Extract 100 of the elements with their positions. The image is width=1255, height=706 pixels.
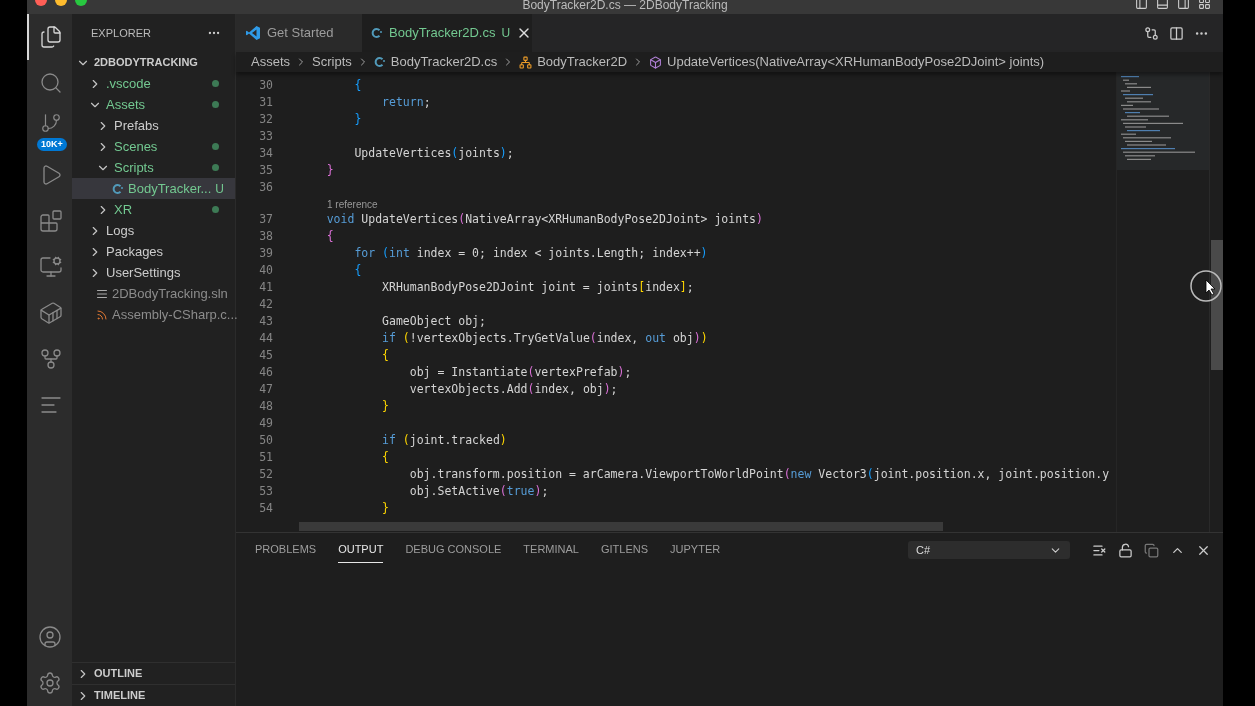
code-line: { — [353, 262, 362, 279]
folder-row[interactable]: Logs — [72, 220, 235, 241]
lines-file-icon — [96, 287, 108, 300]
file-row[interactable]: 2DBodyTracking.sln — [72, 283, 235, 304]
line-number: 40 — [258, 262, 273, 279]
account-icon[interactable] — [37, 625, 62, 649]
line-number: 50 — [258, 432, 273, 449]
toggle-panel-icon[interactable] — [1156, 0, 1169, 10]
line-number: 32 — [258, 111, 273, 128]
line-number: 49 — [258, 415, 273, 432]
unlock-icon[interactable] — [1118, 542, 1133, 558]
tab-label: BodyTracker2D.cs — [389, 24, 496, 43]
line-number: 46 — [258, 364, 273, 381]
panel-tab[interactable]: OUTPUT — [338, 537, 384, 563]
container-icon[interactable] — [38, 301, 63, 325]
code-line: } — [381, 398, 389, 415]
file-name: UserSettings — [106, 263, 182, 282]
folder-row[interactable]: Assets — [72, 94, 235, 115]
line-number: 38 — [258, 228, 273, 245]
line-number: 31 — [258, 94, 273, 111]
git-status-label: U — [501, 25, 511, 42]
folder-row[interactable]: Packages — [72, 241, 235, 262]
file-name: XR — [114, 200, 134, 219]
csharp-file-icon — [373, 56, 386, 68]
line-number: 34 — [258, 145, 273, 162]
git-status-label: U — [215, 180, 224, 198]
code-lens[interactable]: 1 reference — [327, 199, 378, 211]
horizontal-scrollbar[interactable] — [299, 522, 943, 531]
editor-tab[interactable]: Get Started — [236, 14, 362, 52]
clear-output-icon[interactable] — [1092, 542, 1107, 558]
code-line: GameObject obj; — [381, 313, 486, 330]
sidebar-title: EXPLORER — [91, 25, 151, 41]
method-icon — [649, 55, 662, 69]
file-name: 2DBodyTracking.sln — [112, 284, 228, 303]
line-number: 54 — [258, 500, 273, 517]
settings-icon[interactable] — [37, 671, 62, 695]
code-line: void UpdateVertices(NativeArray<XRHumanBodyPose2DJoint> joints) — [325, 211, 763, 228]
line-number: 33 — [258, 128, 273, 145]
remote-monitor-icon[interactable] — [38, 255, 63, 279]
source-control-icon[interactable] — [39, 111, 62, 134]
section-header[interactable]: OUTLINE — [72, 662, 235, 684]
breadcrumb-item[interactable]: UpdateVertices(NativeArray<XRHumanBodyPose2DJoint> joints) — [667, 52, 1045, 72]
code-line: for (int index = 0; index < joints.Length; index++) — [353, 245, 708, 262]
search-icon[interactable] — [38, 71, 63, 95]
file-name: .vscode — [106, 74, 152, 93]
panel-tab[interactable]: PROBLEMS — [255, 537, 317, 563]
panel-tab[interactable]: TERMINAL — [523, 537, 579, 563]
vscode-logo-icon — [245, 25, 261, 41]
copy-icon[interactable] — [1144, 542, 1159, 558]
line-number: 52 — [258, 466, 273, 483]
panel-tab[interactable]: JUPYTER — [670, 537, 721, 563]
breadcrumb-item[interactable]: Assets — [251, 52, 290, 72]
file-name: Logs — [106, 221, 136, 240]
toggle-secondary-sidebar-icon[interactable] — [1177, 0, 1190, 10]
folder-row[interactable]: UserSettings — [72, 262, 235, 283]
section-header[interactable]: TIMELINE — [72, 684, 235, 706]
compare-changes-icon[interactable] — [1144, 25, 1159, 41]
code-line: return; — [381, 94, 431, 111]
editor-tab[interactable]: BodyTracker2D.cs U — [362, 14, 532, 52]
files-icon[interactable] — [38, 25, 63, 49]
breadcrumb-item[interactable]: BodyTracker2D — [537, 52, 627, 72]
tab-label: Get Started — [267, 24, 334, 43]
breadcrumb-item[interactable]: Scripts — [312, 52, 352, 72]
panel-tab[interactable]: DEBUG CONSOLE — [405, 537, 502, 563]
file-name: Packages — [106, 242, 165, 261]
folder-row[interactable]: XR — [72, 199, 235, 220]
line-number: 44 — [258, 330, 273, 347]
workspace-header[interactable]: 2DBODYTRACKING — [72, 52, 235, 73]
line-number: 53 — [258, 483, 273, 500]
file-name: Prefabs — [114, 116, 160, 135]
minimap[interactable] — [1117, 72, 1210, 172]
folder-row[interactable]: Scenes — [72, 136, 235, 157]
code-line: { — [381, 347, 389, 364]
line-number: 47 — [258, 381, 273, 398]
line-number: 30 — [258, 77, 273, 94]
split-editor-icon[interactable] — [1169, 25, 1184, 41]
file-name: Scenes — [114, 137, 159, 156]
file-row[interactable]: BodyTracker... U — [72, 178, 235, 199]
folder-row[interactable]: .vscode — [72, 73, 235, 94]
line-number: 37 — [258, 211, 273, 228]
csharp-file-icon — [371, 27, 383, 39]
extensions-icon[interactable] — [38, 209, 63, 233]
git-fork-icon[interactable] — [38, 347, 63, 371]
folder-row[interactable]: Prefabs — [72, 115, 235, 136]
code-line: } — [353, 111, 362, 128]
folder-row[interactable]: Scripts — [72, 157, 235, 178]
code-line: { — [381, 449, 389, 466]
code-line: { — [325, 228, 334, 245]
rss-file-icon — [96, 308, 108, 321]
customize-layout-icon[interactable] — [1198, 0, 1211, 10]
toggle-sidebar-icon[interactable] — [1135, 0, 1148, 10]
code-line: obj.SetActive(true); — [408, 483, 549, 500]
file-row[interactable]: Assembly-CSharp.c... — [72, 304, 235, 325]
scrollbar-thumb[interactable] — [1211, 240, 1223, 370]
file-name: Scripts — [114, 158, 155, 177]
output-channel-dropdown[interactable]: C# — [908, 541, 1070, 559]
class-icon — [519, 55, 533, 69]
code-line: if (!vertexObjects.TryGetValue(index, out obj)) — [381, 330, 708, 347]
breadcrumb-item[interactable]: BodyTracker2D.cs — [390, 52, 498, 72]
panel-tab[interactable]: GITLENS — [600, 537, 649, 563]
